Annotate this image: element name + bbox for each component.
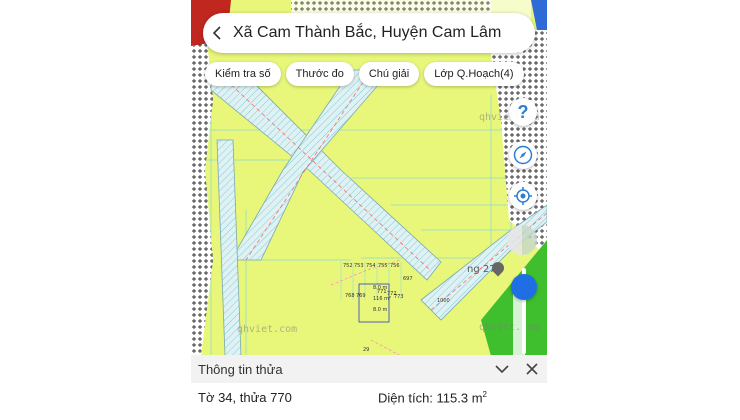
- parcel-number: 753: [354, 263, 364, 269]
- help-button[interactable]: ?: [509, 98, 537, 126]
- close-icon[interactable]: [525, 360, 539, 378]
- location-bar[interactable]: Xã Cam Thành Bắc, Huyện Cam Lâm: [203, 13, 535, 53]
- parcel-number: 29: [363, 347, 370, 353]
- crosshair-icon: [514, 187, 532, 205]
- panel-title: Thông tin thửa: [198, 361, 283, 377]
- parcel-area-label: 116 m²: [373, 296, 392, 302]
- parcel-number: 697: [403, 276, 413, 282]
- question-icon: ?: [517, 101, 529, 122]
- parcel-number: 769: [356, 293, 366, 299]
- chevron-down-icon[interactable]: [495, 360, 509, 378]
- compass-icon: [513, 145, 533, 165]
- parcel-number: 756: [390, 263, 400, 269]
- parcel-area: Diện tích: 115.3 m2: [378, 390, 487, 405]
- toolbar-chips: Kiểm tra số Thước đo Chú giải Lớp Q.Hoạc…: [205, 62, 524, 86]
- area-unit-superscript: 2: [482, 390, 487, 399]
- parcel-number: 754: [366, 263, 376, 269]
- parcel-number: 773: [394, 294, 404, 300]
- parcel-size-label: 8.0 m: [373, 285, 388, 291]
- map-canvas[interactable]: qhviet.com qhviet.com qhviet.com: [191, 0, 547, 356]
- back-button[interactable]: [203, 13, 233, 53]
- opacity-slider-handle[interactable]: [511, 274, 537, 300]
- parcel-number: 755: [378, 263, 388, 269]
- map-app: qhviet.com qhviet.com qhviet.com 752 753…: [191, 0, 547, 420]
- layer-toggle[interactable]: [507, 225, 537, 255]
- watermark-label: qhviet.com: [237, 324, 297, 335]
- parcel-info-row: Tờ 34, thửa 770 Diện tích: 115.3 m2: [198, 390, 539, 405]
- parcel-size-label: 8.0 m: [373, 307, 388, 313]
- watermark-label: qhviet.com: [479, 322, 539, 333]
- parcel-number: 1000: [437, 298, 450, 304]
- parcel-area-text: Diện tích: 115.3 m: [378, 390, 483, 406]
- locate-button[interactable]: [509, 182, 537, 210]
- chip-check-number[interactable]: Kiểm tra số: [205, 62, 281, 86]
- parcel-number: 752: [343, 263, 353, 269]
- back-arrow-icon: [212, 26, 221, 40]
- sheet-parcel-number: Tờ 34, thửa 770: [198, 390, 292, 405]
- parcel-number: 768: [345, 293, 355, 299]
- location-title: Xã Cam Thành Bắc, Huyện Cam Lâm: [233, 24, 502, 41]
- panel-header: Thông tin thửa: [191, 355, 547, 383]
- compass-button[interactable]: [509, 141, 537, 169]
- chip-planning-layers[interactable]: Lớp Q.Hoạch(4): [424, 62, 524, 86]
- parcel-info-panel: Thông tin thửa Tờ 34, thửa 770 Diện tích…: [191, 355, 547, 420]
- chip-legend[interactable]: Chú giải: [358, 62, 420, 86]
- chip-ruler[interactable]: Thước đo: [285, 62, 354, 86]
